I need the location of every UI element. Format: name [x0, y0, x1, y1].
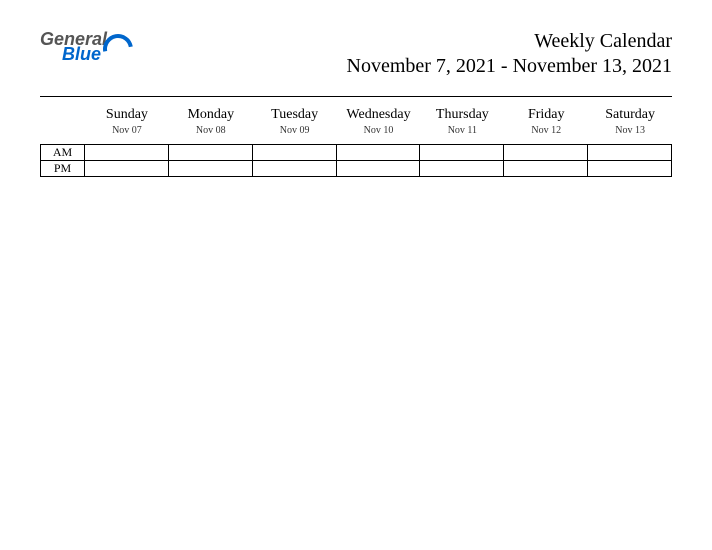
day-headers-row: Sunday Nov 07 Monday Nov 08 Tuesday Nov …	[40, 103, 672, 144]
calendar-cell	[253, 161, 336, 176]
calendar-cell	[337, 161, 420, 176]
day-name: Thursday	[420, 107, 504, 123]
day-name: Saturday	[588, 107, 672, 123]
day-header: Wednesday Nov 10	[337, 103, 421, 144]
day-header: Saturday Nov 13	[588, 103, 672, 144]
calendar-cell	[169, 145, 252, 161]
day-name: Friday	[504, 107, 588, 123]
calendar-cell	[337, 145, 420, 161]
grid-day-col	[85, 145, 169, 177]
grid-body	[85, 145, 672, 177]
day-name: Sunday	[85, 107, 169, 123]
logo-text-blue: Blue	[62, 45, 107, 63]
period-label-am: AM	[41, 145, 85, 161]
header-divider	[40, 96, 672, 97]
day-date: Nov 11	[420, 125, 504, 136]
day-date: Nov 12	[504, 125, 588, 136]
calendar-cell	[504, 161, 587, 176]
calendar-cell	[253, 145, 336, 161]
day-name: Wednesday	[337, 107, 421, 123]
grid-day-col	[253, 145, 337, 177]
calendar: Sunday Nov 07 Monday Nov 08 Tuesday Nov …	[40, 103, 672, 177]
header: General Blue Weekly Calendar November 7,…	[40, 30, 672, 78]
day-header: Thursday Nov 11	[420, 103, 504, 144]
period-label-pm: PM	[41, 161, 85, 176]
day-date: Nov 09	[253, 125, 337, 136]
grid-day-col	[169, 145, 253, 177]
grid-day-col	[337, 145, 421, 177]
period-col-spacer	[40, 103, 85, 144]
day-header: Friday Nov 12	[504, 103, 588, 144]
page-title: Weekly Calendar	[347, 30, 673, 53]
grid-day-col	[588, 145, 672, 177]
calendar-cell	[169, 161, 252, 176]
day-header: Tuesday Nov 09	[253, 103, 337, 144]
day-name: Tuesday	[253, 107, 337, 123]
swoosh-icon	[103, 36, 131, 58]
period-labels-col: AM PM	[40, 145, 85, 177]
day-date: Nov 08	[169, 125, 253, 136]
calendar-cell	[588, 145, 671, 161]
calendar-cell	[85, 145, 168, 161]
calendar-grid: AM PM	[40, 144, 672, 177]
title-block: Weekly Calendar November 7, 2021 - Novem…	[347, 30, 673, 78]
grid-day-col	[504, 145, 588, 177]
calendar-cell	[504, 145, 587, 161]
logo-text: General Blue	[40, 30, 107, 63]
day-date: Nov 10	[337, 125, 421, 136]
day-header: Monday Nov 08	[169, 103, 253, 144]
day-date: Nov 13	[588, 125, 672, 136]
calendar-cell	[588, 161, 671, 176]
day-date: Nov 07	[85, 125, 169, 136]
day-name: Monday	[169, 107, 253, 123]
logo: General Blue	[40, 30, 131, 63]
calendar-cell	[420, 161, 503, 176]
calendar-cell	[85, 161, 168, 176]
grid-day-col	[420, 145, 504, 177]
day-header: Sunday Nov 07	[85, 103, 169, 144]
calendar-cell	[420, 145, 503, 161]
date-range: November 7, 2021 - November 13, 2021	[347, 55, 673, 78]
